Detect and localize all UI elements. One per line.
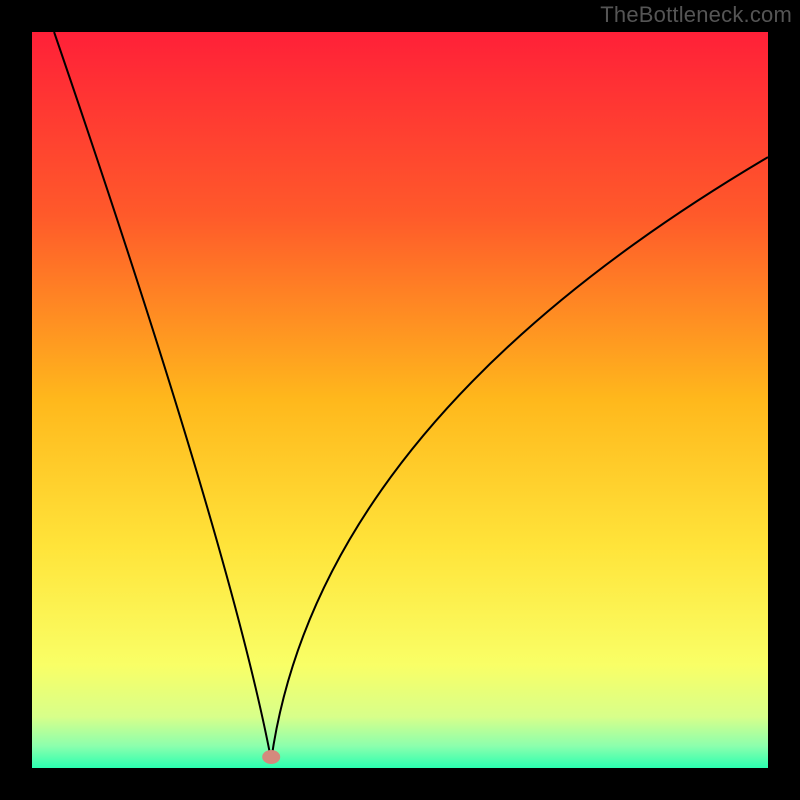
watermark-label: TheBottleneck.com	[600, 2, 792, 28]
plot-area	[32, 32, 768, 768]
bottleneck-chart	[0, 0, 800, 800]
chart-stage: TheBottleneck.com	[0, 0, 800, 800]
minimum-marker	[262, 750, 280, 764]
